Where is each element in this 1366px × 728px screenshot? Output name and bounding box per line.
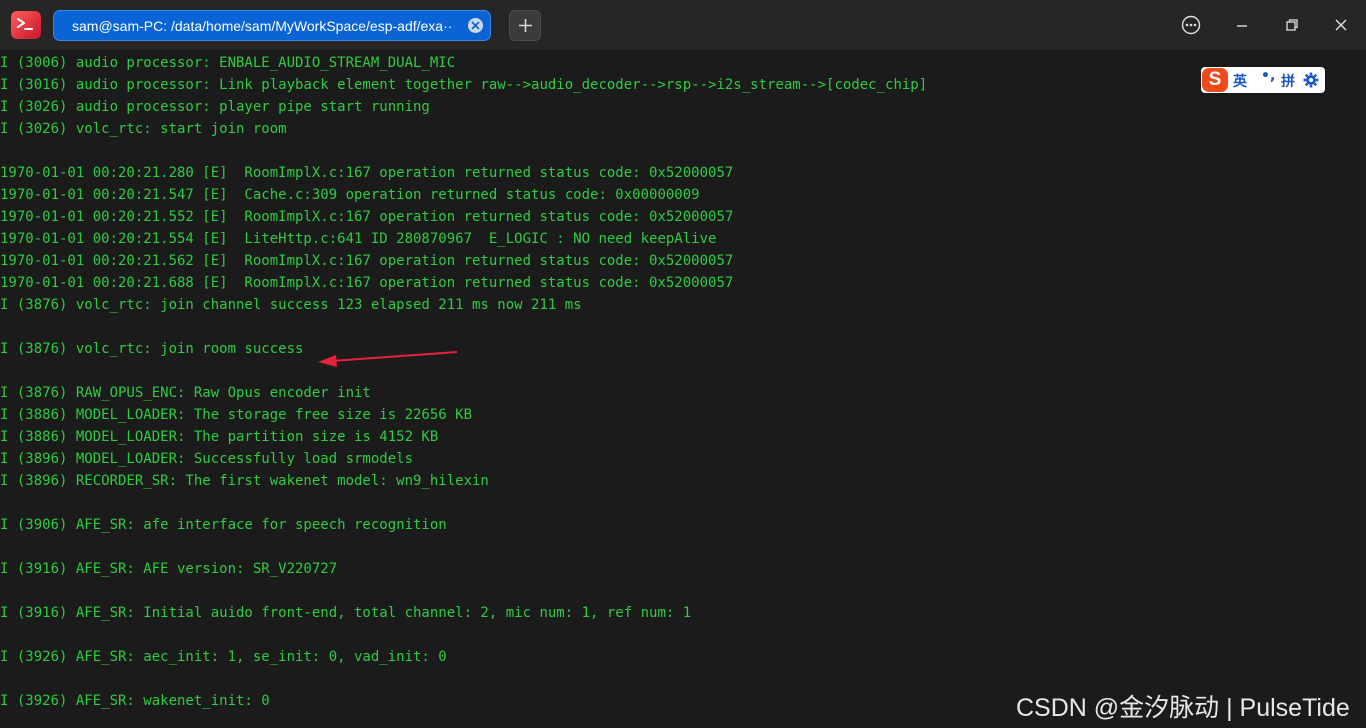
watermark: CSDN @金汐脉动 | PulseTide	[1016, 694, 1350, 722]
annotation-arrow	[318, 351, 458, 367]
